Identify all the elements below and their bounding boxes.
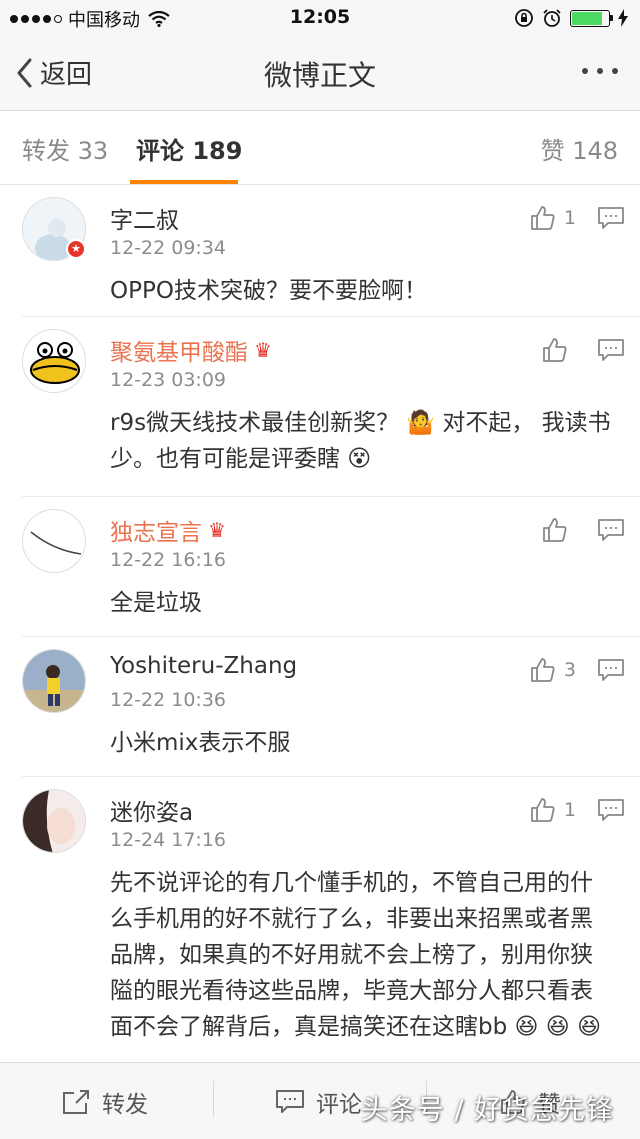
comment-item: 聚氨基甲酸酯 ♛ 12-23 03:09 r9s微天线技术最佳创新奖？ 🤷 对不起… xyxy=(0,317,640,497)
page-title: 微博正文 xyxy=(263,59,376,92)
avatar[interactable] xyxy=(22,329,86,393)
reply-icon[interactable] xyxy=(598,519,624,541)
username-text: Yoshiteru-Zhang xyxy=(110,653,298,679)
charging-icon xyxy=(618,9,628,27)
tab-bar: 转发 33 评论 189 赞 148 xyxy=(0,111,640,185)
thumbs-up-icon xyxy=(543,338,567,362)
comment-item: Yoshiteru-Zhang 12-22 10:36 3 小米mix表示不服 xyxy=(0,637,640,777)
thumbs-up-icon xyxy=(531,658,555,682)
reply-icon[interactable] xyxy=(598,339,624,361)
alarm-icon xyxy=(543,9,561,27)
comment-item: 迷你姿a 12-24 17:16 1 先不说评论的有几个懂手机的，不管自己用的什… xyxy=(0,777,640,1067)
avatar[interactable] xyxy=(22,789,86,853)
repost-label: 转发 xyxy=(102,1092,148,1118)
crown-badge-icon: ♛ xyxy=(208,518,226,542)
comment-button[interactable]: 评论 xyxy=(276,1085,362,1119)
comment-text: 全是垃圾 xyxy=(110,590,202,616)
like-button[interactable] xyxy=(542,337,576,363)
like-count: 1 xyxy=(563,799,576,821)
like-button[interactable]: 3 xyxy=(530,657,576,683)
tab-comments[interactable]: 评论 189 xyxy=(136,131,242,166)
like-button[interactable] xyxy=(542,517,576,543)
active-tab-indicator xyxy=(130,180,238,184)
comment-text: r9s微天线技术最佳创新奖？ 🤷 对不起， 我读书少。也有可能是评委瞎 😵 xyxy=(110,410,611,472)
verified-badge-icon: ★ xyxy=(66,239,86,259)
avatar[interactable] xyxy=(22,649,86,713)
thumbs-up-icon xyxy=(543,518,567,542)
comment-time: 12-22 09:34 xyxy=(110,237,227,259)
comment-username[interactable]: 独志宣言 ♛ xyxy=(110,513,226,547)
navigation-bar: 返回 微博正文 xyxy=(0,38,640,111)
like-count: 3 xyxy=(563,659,576,681)
avatar[interactable] xyxy=(22,509,86,573)
reply-icon[interactable] xyxy=(598,207,624,229)
comment-time: 12-24 17:16 xyxy=(110,829,227,851)
share-icon xyxy=(63,1090,89,1114)
comment-label: 评论 xyxy=(316,1092,362,1118)
username-text: 迷你姿a xyxy=(110,800,194,826)
comment-time: 12-22 10:36 xyxy=(110,689,227,711)
like-button[interactable]: 1 xyxy=(530,205,576,231)
like-button[interactable]: 1 xyxy=(530,797,576,823)
username-text: 聚氨基甲酸酯 xyxy=(110,340,248,366)
repost-button[interactable]: 转发 xyxy=(62,1085,148,1119)
thumbs-up-icon xyxy=(531,206,555,230)
comment-time: 12-22 16:16 xyxy=(110,549,227,571)
username-text: 独志宣言 xyxy=(110,520,202,546)
comment-text: OPPO技术突破？要不要脸啊！ xyxy=(110,278,427,304)
divider xyxy=(213,1081,214,1117)
reply-icon[interactable] xyxy=(598,659,624,681)
comment-item: 独志宣言 ♛ 12-22 16:16 全是垃圾 xyxy=(0,497,640,637)
thumbs-up-icon xyxy=(531,798,555,822)
reply-icon[interactable] xyxy=(598,799,624,821)
username-text: 字二叔 xyxy=(110,208,179,234)
orientation-lock-icon xyxy=(515,9,533,27)
comment-text: 小米mix表示不服 xyxy=(110,730,291,756)
comment-item: ★ 字二叔 12-22 09:34 1 OPPO技术突破？要不要脸啊！ xyxy=(0,185,640,317)
tab-repost[interactable]: 转发 33 xyxy=(22,131,108,166)
comment-icon xyxy=(276,1090,304,1113)
more-options-button[interactable] xyxy=(582,68,618,74)
comment-username[interactable]: 聚氨基甲酸酯 ♛ xyxy=(110,333,272,367)
comment-username[interactable]: 迷你姿a xyxy=(110,793,193,827)
comment-text: 先不说评论的有几个懂手机的，不管自己用的什么手机用的好不就行了么，非要出来招黑或… xyxy=(110,870,602,1040)
comment-username[interactable]: Yoshiteru-Zhang xyxy=(110,653,297,679)
comment-username[interactable]: 字二叔 xyxy=(110,201,179,235)
tab-likes[interactable]: 赞 148 xyxy=(541,131,618,166)
battery-icon xyxy=(570,9,613,27)
watermark: 头条号 / 好货急先锋 xyxy=(360,1095,614,1126)
status-bar: 中国移动 12:05 xyxy=(0,0,640,38)
crown-badge-icon: ♛ xyxy=(254,338,272,362)
comment-time: 12-23 03:09 xyxy=(110,369,227,391)
like-count: 1 xyxy=(563,207,576,229)
